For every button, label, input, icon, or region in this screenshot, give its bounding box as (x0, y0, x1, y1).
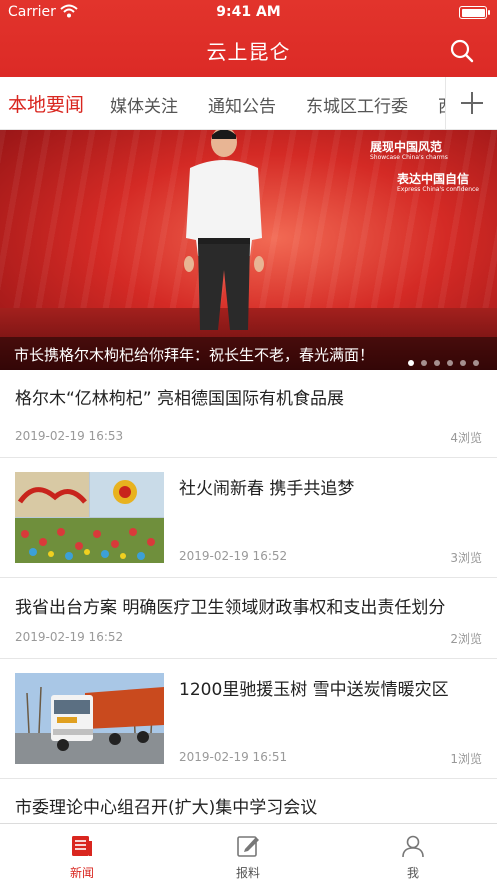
page-title: 云上昆仑 (206, 40, 291, 64)
news-date: 2019-02-19 16:52 (15, 630, 124, 644)
edit-icon (237, 836, 259, 857)
news-title: 我省出台方案 明确医疗卫生领域财政事权和支出责任划分 (15, 598, 446, 618)
banner-slogan-2: 表达中国自信 (397, 172, 470, 186)
category-tabs: 本地要闻 媒体关注 通知公告 东城区工行委 西 (0, 77, 497, 130)
news-title: 社火闹新春 携手共追梦 (179, 479, 355, 499)
banner-slogan-2-en: Express China's confidence (397, 186, 480, 193)
battery-icon (459, 6, 490, 19)
news-item[interactable]: 1200里驰援玉树 雪中送炭情暖灾区 2019-02-19 16:51 1浏览 (0, 659, 497, 779)
tabbar-item-news[interactable]: 新闻 (32, 824, 132, 883)
carousel-dot[interactable] (434, 360, 440, 366)
news-views: 3浏览 (450, 551, 482, 565)
news-item[interactable]: 市委理论中心组召开(扩大)集中学习会议 (0, 779, 497, 823)
status-bar: Carrier 9:41 AM (0, 0, 497, 26)
news-title: 1200里驰援玉树 雪中送炭情暖灾区 (179, 680, 449, 700)
carousel-dot[interactable] (473, 360, 479, 366)
news-views: 4浏览 (450, 431, 482, 445)
carousel-dot[interactable] (421, 360, 427, 366)
search-button[interactable] (449, 38, 475, 64)
tab-media-focus[interactable]: 媒体关注 (110, 92, 178, 117)
tabbar-label: 报料 (235, 866, 260, 880)
news-thumbnail (15, 472, 164, 563)
tabbar-label: 我 (406, 866, 419, 880)
mayor-figure (184, 130, 264, 330)
add-channel-button[interactable] (445, 77, 497, 129)
bottom-tab-bar: 新闻 报料 我 (0, 823, 497, 883)
tab-dongcheng[interactable]: 东城区工行委 (306, 92, 408, 117)
user-icon (402, 835, 424, 858)
tabbar-item-me[interactable]: 我 (363, 824, 463, 883)
status-time: 9:41 AM (216, 4, 281, 20)
news-item[interactable]: 格尔木“亿林枸杞” 亮相德国国际有机食品展 2019-02-19 16:53 4… (0, 370, 497, 458)
banner-slogan-1-en: Showcase China's charms (370, 154, 448, 161)
news-title: 格尔木“亿林枸杞” 亮相德国国际有机食品展 (15, 389, 345, 409)
carousel-dot[interactable] (460, 360, 466, 366)
news-views: 2浏览 (450, 632, 482, 646)
banner-slogan-1: 展现中国风范 (370, 140, 443, 154)
carousel-dot[interactable] (447, 360, 453, 366)
app-header: Carrier 9:41 AM 云上昆仑 (0, 0, 497, 77)
banner-caption-bar: 市长携格尔木枸杞给你拜年：祝长生不老，春光满面！ (0, 337, 497, 370)
news-date: 2019-02-19 16:53 (15, 429, 124, 443)
news-views: 1浏览 (450, 752, 482, 766)
news-item[interactable]: 社火闹新春 携手共追梦 2019-02-19 16:52 3浏览 (0, 458, 497, 578)
news-date: 2019-02-19 16:52 (179, 549, 288, 563)
tabbar-label: 新闻 (69, 866, 94, 880)
tabbar-item-report[interactable]: 报料 (198, 824, 298, 883)
news-icon (72, 836, 92, 856)
news-item[interactable]: 我省出台方案 明确医疗卫生领域财政事权和支出责任划分 2019-02-19 16… (0, 578, 497, 659)
news-title: 市委理论中心组召开(扩大)集中学习会议 (15, 798, 318, 818)
carousel-dot[interactable] (408, 360, 414, 366)
news-thumbnail (15, 673, 164, 764)
carousel-indicator (401, 351, 479, 370)
banner-caption: 市长携格尔木枸杞给你拜年：祝长生不老，春光满面！ (14, 346, 375, 364)
search-icon (450, 39, 474, 63)
banner-carousel[interactable]: 展现中国风范 Showcase China's charms 表达中国自信 Ex… (0, 130, 497, 370)
tab-notices[interactable]: 通知公告 (208, 92, 276, 117)
tab-local-news[interactable]: 本地要闻 (8, 90, 84, 117)
news-date: 2019-02-19 16:51 (179, 750, 288, 764)
